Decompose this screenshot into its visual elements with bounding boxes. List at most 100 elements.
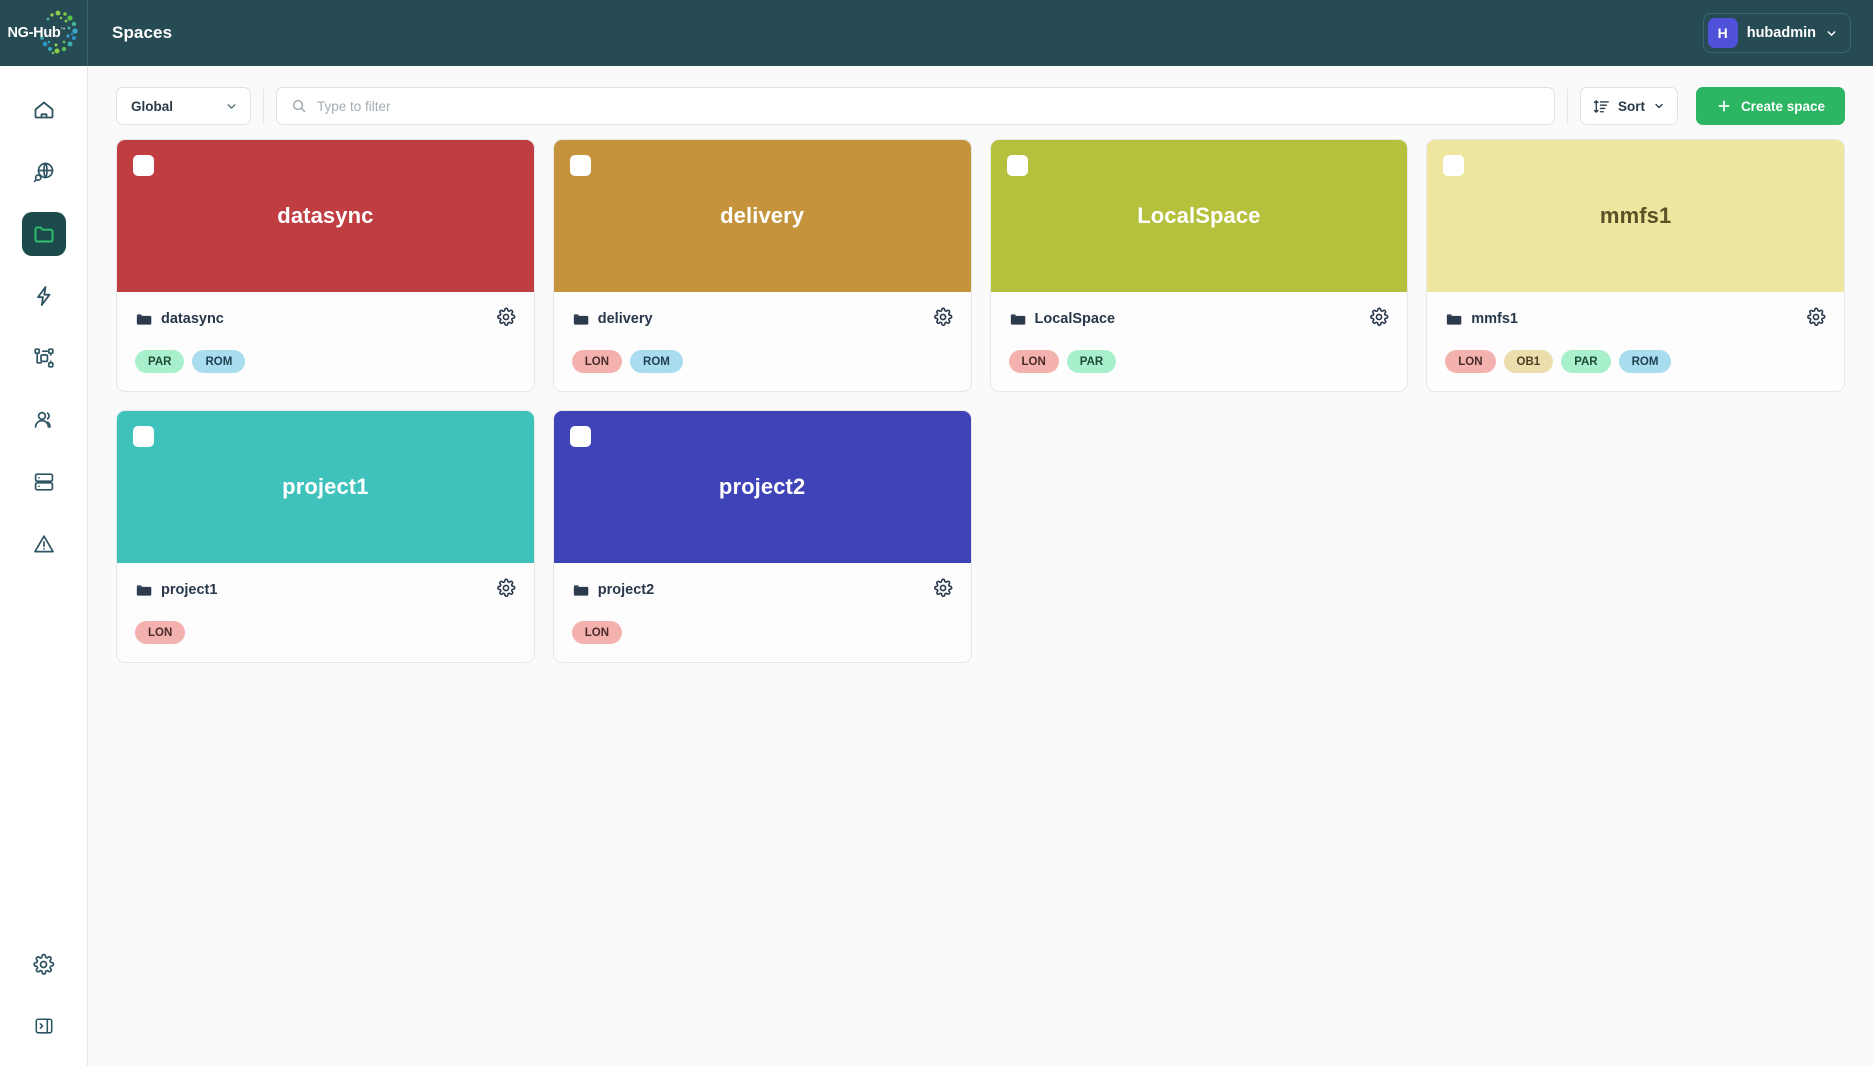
space-tags: LON OB1 PAR ROM [1445,350,1826,373]
scope-dropdown[interactable]: Global [116,87,251,125]
space-card[interactable]: datasyncdatasyncPARROM [116,139,535,392]
space-name-wrap: LocalSpace [1009,311,1116,328]
space-tags: LON [135,621,516,644]
sidebar-item-home[interactable] [22,88,66,132]
space-card-title: delivery [720,203,804,229]
logo[interactable]: NG-Hub™ [0,0,88,66]
gear-icon [933,578,953,598]
space-tag[interactable]: PAR [135,350,184,373]
sidebar-item-activity[interactable] [22,274,66,318]
gear-icon [32,953,55,976]
space-card-title: project1 [282,474,368,500]
space-name: LocalSpace [1035,311,1116,327]
space-tag[interactable]: ROM [192,350,245,373]
space-card-footer: project2 LON [554,563,971,662]
sort-label: Sort [1618,99,1645,114]
sidebar-item-alerts[interactable] [22,522,66,566]
space-tag[interactable]: LON [572,350,622,373]
space-card-header: datasync [117,140,534,292]
user-menu[interactable]: H hubadmin [1703,13,1851,53]
chevron-down-icon [225,100,238,113]
space-select-checkbox[interactable] [570,155,591,176]
logo-mark: NG-Hub™ [6,7,82,59]
space-card-footer: LocalSpace LON PAR [991,292,1408,391]
space-card-title: LocalSpace [1137,203,1260,229]
folder-icon [1445,311,1462,328]
space-select-checkbox[interactable] [133,155,154,176]
sidebar-nav-top [22,88,66,566]
space-name: project2 [598,582,654,598]
space-name-wrap: mmfs1 [1445,311,1518,328]
space-settings-button[interactable] [933,307,953,332]
gear-icon [496,578,516,598]
space-tag[interactable]: LON [135,621,185,644]
sidebar-item-spaces[interactable] [22,212,66,256]
space-name: mmfs1 [1471,311,1518,327]
search-input[interactable] [317,99,1540,114]
toolbar-divider-left [263,89,264,123]
chevron-down-icon [1653,100,1665,112]
folder-icon [135,311,152,328]
space-card[interactable]: project1 project1 LON [116,410,535,663]
space-tag[interactable]: ROM [630,350,683,373]
toolbar-divider-right [1567,89,1568,123]
space-select-checkbox[interactable] [133,426,154,447]
spaces-toolbar: Global Sort [116,66,1845,132]
space-card[interactable]: LocalSpace LocalSpace LON PAR [990,139,1409,392]
sidebar-item-topology[interactable] [22,336,66,380]
space-settings-button[interactable] [1369,307,1389,332]
space-select-checkbox[interactable] [1443,155,1464,176]
space-card-header: delivery [554,140,971,292]
space-card-footer: datasyncPARROM [117,292,534,391]
space-select-checkbox[interactable] [570,426,591,447]
sidebar-item-settings[interactable] [22,942,66,986]
lightning-bolt-icon [32,284,56,308]
chevron-down-icon [1825,27,1838,40]
space-name-wrap: project2 [572,582,654,599]
space-tag[interactable]: OB1 [1504,350,1554,373]
space-tag[interactable]: PAR [1067,350,1116,373]
gear-icon [1369,307,1389,327]
space-settings-button[interactable] [933,578,953,603]
sidebar-item-collapse[interactable] [22,1004,66,1048]
scope-value: Global [131,99,173,114]
space-tag[interactable]: LON [572,621,622,644]
space-settings-button[interactable] [496,307,516,332]
space-card-title: datasync [277,203,373,229]
space-select-checkbox[interactable] [1007,155,1028,176]
space-tag[interactable]: LON [1445,350,1495,373]
space-tag[interactable]: ROM [1619,350,1672,373]
sort-arrows-icon [1593,98,1610,115]
space-tag[interactable]: PAR [1561,350,1610,373]
space-card[interactable]: deliverydeliveryLONROM [553,139,972,392]
main-content: Global Sort [88,66,1873,1066]
gear-icon [1806,307,1826,327]
space-card-meta-row: project1 [135,579,516,601]
space-settings-button[interactable] [496,578,516,603]
space-card-title: project2 [719,474,805,500]
create-space-button[interactable]: Create space [1696,87,1845,125]
space-settings-button[interactable] [1806,307,1826,332]
body-area: Global Sort [0,66,1873,1066]
space-card[interactable]: mmfs1 mmfs1 LON OB1 PAR ROM [1426,139,1845,392]
space-card-header: mmfs1 [1427,140,1844,292]
filter-search-box[interactable] [276,87,1555,125]
left-sidebar [0,66,88,1066]
sidebar-item-users[interactable] [22,398,66,442]
space-card-header: project1 [117,411,534,563]
sidebar-item-explore[interactable] [22,150,66,194]
space-card-title: mmfs1 [1600,203,1671,229]
database-icon [32,470,56,494]
sidebar-item-storage[interactable] [22,460,66,504]
sort-button[interactable]: Sort [1580,87,1678,125]
space-card-meta-row: LocalSpace [1009,308,1390,330]
space-tags: LON [572,621,953,644]
spaces-grid: datasyncdatasyncPARROMdeliverydeliveryLO… [116,132,1845,663]
avatar: H [1708,18,1738,48]
globe-search-icon [32,160,56,184]
space-tags: PAR ROM [135,350,516,373]
folder-icon [32,222,56,246]
space-card-header: LocalSpace [991,140,1408,292]
space-card[interactable]: project2 project2 LON [553,410,972,663]
space-tag[interactable]: LON [1009,350,1059,373]
